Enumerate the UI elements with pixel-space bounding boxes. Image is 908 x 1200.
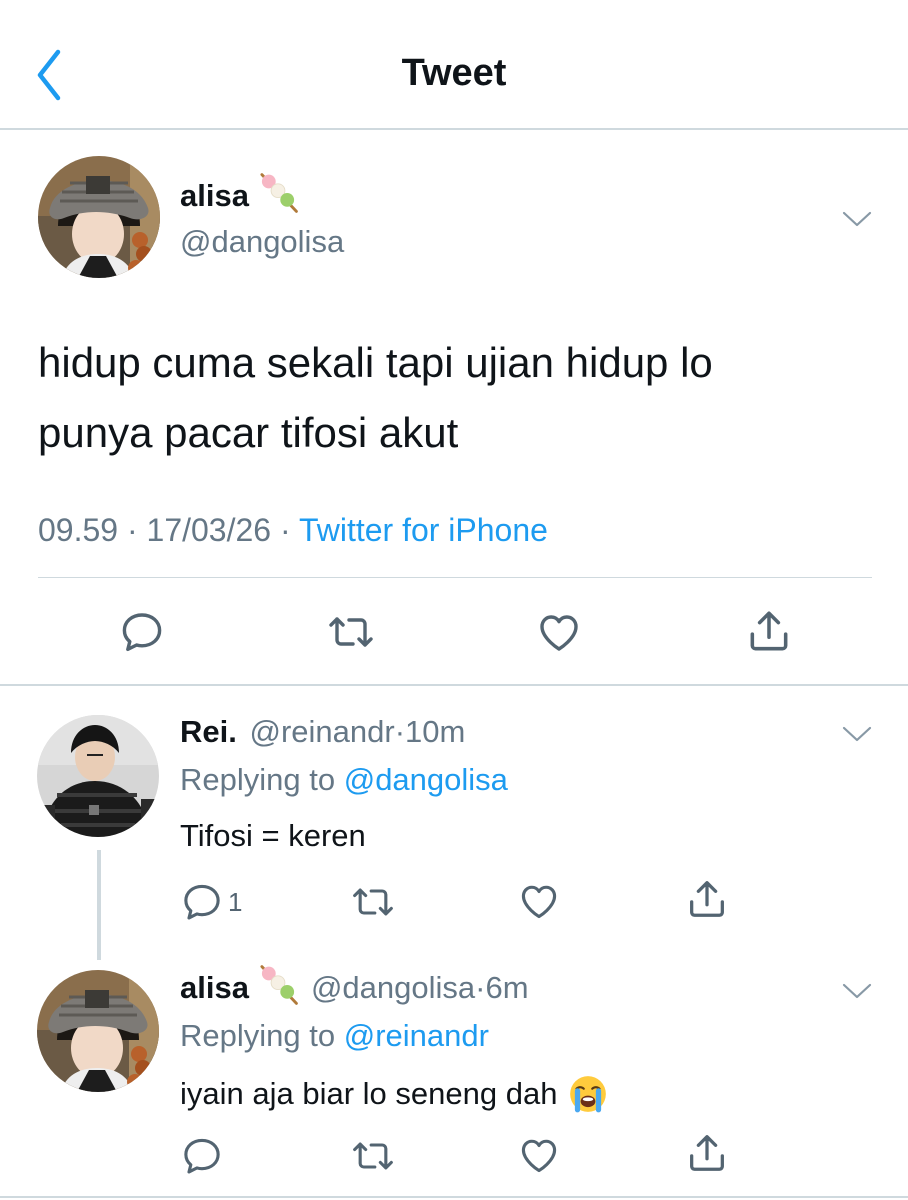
separator-dot: · — [394, 714, 406, 749]
replying-to-handle[interactable]: @reinandr — [344, 1018, 489, 1053]
tweet-author[interactable]: alisa — [180, 176, 301, 216]
reply-age: 10m — [405, 714, 466, 749]
avatar[interactable] — [38, 156, 160, 278]
avatar[interactable] — [37, 715, 159, 837]
author-handle[interactable]: @dangolisa — [311, 968, 475, 1008]
separator-dot: · — [126, 512, 138, 548]
meta-divider — [38, 577, 872, 578]
retweet-button[interactable] — [325, 608, 377, 656]
chevron-down-icon[interactable] — [840, 207, 874, 231]
reply-count: 1 — [228, 886, 243, 917]
reply-text-row: iyain aja biar lo seneng dah — [180, 1073, 609, 1115]
display-name[interactable]: alisa — [180, 968, 249, 1008]
avatar-image — [37, 970, 159, 1092]
reply-button[interactable] — [118, 608, 166, 656]
replying-to-handle[interactable]: @dangolisa — [344, 762, 508, 797]
tweet-date: 17/03/26 — [146, 512, 272, 548]
avatar[interactable] — [37, 970, 159, 1092]
replying-to-label: Replying to — [180, 1018, 336, 1053]
chevron-down-icon[interactable] — [840, 979, 874, 1003]
tweet-text: hidup cuma sekali tapi ujian hidup lo pu… — [38, 328, 878, 468]
speech-bubble-icon — [180, 1134, 224, 1178]
avatar-image — [37, 715, 159, 837]
avatar-image — [38, 156, 160, 278]
like-button[interactable] — [534, 608, 584, 656]
tweet-meta: 09.59 · 17/03/26 · Twitter for iPhone — [38, 510, 548, 550]
reply-button[interactable] — [180, 1134, 224, 1178]
reply-header: Rei. @reinandr·10m — [180, 712, 465, 752]
tweet-time: 09.59 — [38, 512, 119, 548]
separator-dot: · — [475, 970, 486, 1005]
retweet-arrows-icon — [350, 1134, 396, 1178]
retweet-button[interactable] — [350, 880, 396, 924]
like-button[interactable] — [516, 879, 562, 923]
author-handle[interactable]: @reinandr — [249, 714, 394, 749]
header-divider — [0, 128, 908, 130]
top-bar: Tweet — [0, 0, 908, 128]
author-handle[interactable]: @dangolisa — [180, 222, 344, 262]
dango-emoji — [255, 170, 301, 216]
like-button[interactable] — [516, 1133, 562, 1177]
chevron-down-icon[interactable] — [840, 722, 874, 746]
heart-icon — [516, 1133, 562, 1177]
display-name: alisa — [180, 178, 249, 213]
display-name[interactable]: Rei. — [180, 714, 237, 749]
reply-age: 6m — [485, 970, 529, 1005]
share-upload-icon — [684, 876, 730, 922]
retweet-arrows-icon — [350, 880, 396, 924]
tweet-text-line: hidup cuma sekali tapi ujian hidup lo — [38, 339, 713, 386]
bottom-divider — [0, 1196, 908, 1198]
page-title: Tweet — [401, 52, 507, 94]
separator-dot: · — [279, 512, 291, 548]
retweet-arrows-icon — [325, 608, 377, 656]
share-button[interactable] — [684, 1130, 730, 1176]
speech-bubble-icon — [118, 608, 166, 656]
heart-icon — [516, 879, 562, 923]
reply-button[interactable]: 1 — [180, 880, 242, 924]
share-upload-icon — [744, 606, 794, 656]
share-upload-icon — [684, 1130, 730, 1176]
share-button[interactable] — [684, 876, 730, 922]
heart-icon — [534, 608, 584, 656]
tweet-source-link[interactable]: Twitter for iPhone — [299, 512, 548, 548]
retweet-button[interactable] — [350, 1134, 396, 1178]
tweet-divider — [0, 684, 908, 686]
reply-header: alisa @dangolisa · 6m — [180, 968, 529, 1008]
replying-to-label: Replying to — [180, 762, 336, 797]
replying-to: Replying to @dangolisa — [180, 760, 508, 800]
tweet-text-line: punya pacar tifosi akut — [38, 409, 459, 456]
dango-emoji — [255, 962, 301, 1008]
reply-text: Tifosi = keren — [180, 818, 366, 853]
loudly-crying-face-emoji — [567, 1073, 609, 1115]
speech-bubble-icon — [180, 880, 224, 924]
replying-to: Replying to @reinandr — [180, 1016, 489, 1056]
thread-line — [97, 850, 101, 960]
reply-text: iyain aja biar lo seneng dah — [180, 1076, 558, 1111]
share-button[interactable] — [744, 606, 794, 656]
